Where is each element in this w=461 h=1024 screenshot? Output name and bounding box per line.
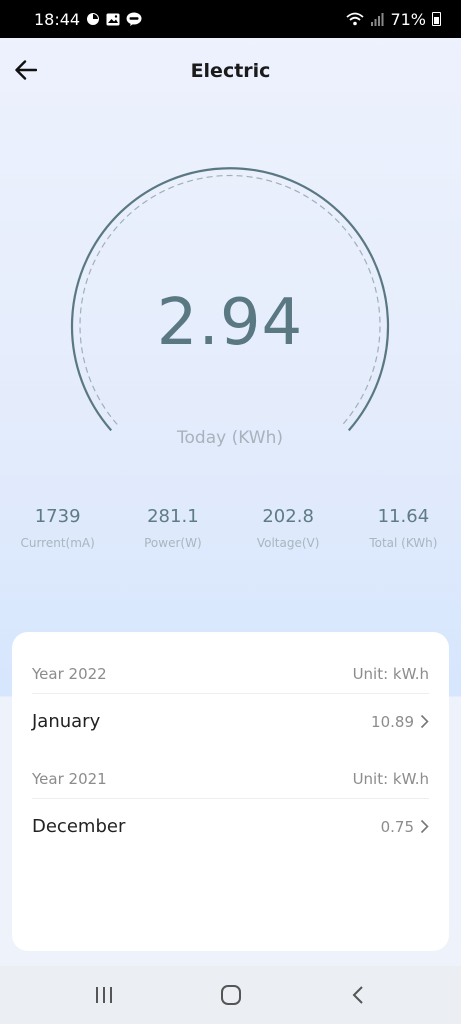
month-value: 10.89 [371, 712, 414, 731]
stat-value: 1739 [34, 506, 81, 527]
month-right: 10.89 [371, 713, 429, 731]
app-screen: 18:44 71% Electric 2.94 Today (KWh) 1739… [0, 0, 461, 1024]
status-bar: 18:44 71% [0, 0, 461, 38]
sync-icon [86, 12, 100, 26]
system-nav-bar [0, 966, 461, 1024]
recent-apps-button[interactable] [84, 975, 124, 1015]
stat-current: 1739 Current(mA) [0, 506, 115, 566]
home-icon [220, 985, 241, 1005]
stat-value: 202.8 [262, 506, 314, 527]
signal-icon [370, 12, 384, 26]
year-header: Year 2022 Unit: kW.h [32, 632, 429, 694]
stat-total: 11.64 Total (KWh) [346, 506, 461, 566]
stat-label: Power(W) [144, 536, 202, 550]
system-back-button[interactable] [338, 975, 378, 1015]
status-left: 18:44 [34, 10, 142, 29]
back-icon [352, 986, 363, 1004]
energy-gauge: 2.94 Today (KWh) [60, 160, 400, 460]
arrow-left-icon [15, 60, 37, 80]
line-chat-icon [126, 12, 142, 26]
home-button[interactable] [211, 975, 251, 1015]
stat-voltage: 202.8 Voltage(V) [231, 506, 346, 566]
month-value: 0.75 [380, 817, 414, 836]
chevron-right-icon [420, 714, 429, 729]
today-energy-value: 2.94 [156, 286, 304, 360]
month-name: December [32, 816, 126, 837]
month-right: 0.75 [381, 818, 429, 836]
chevron-right-icon [420, 819, 429, 834]
wifi-icon [346, 12, 365, 26]
gallery-icon [106, 13, 120, 26]
recent-apps-icon [95, 987, 112, 1003]
status-time: 18:44 [34, 9, 81, 29]
status-right: 71% [346, 10, 441, 29]
unit-label: Unit: kW.h [352, 770, 429, 788]
unit-label: Unit: kW.h [352, 665, 429, 683]
month-row-january[interactable]: January 10.89 [32, 704, 429, 739]
history-card: Year 2022 Unit: kW.h January 10.89 Year … [12, 632, 449, 951]
stats-row: 1739 Current(mA) 281.1 Power(W) 202.8 Vo… [0, 506, 461, 566]
stat-label: Total (KWh) [369, 536, 438, 550]
stat-label: Current(mA) [20, 536, 95, 550]
year-header: Year 2021 Unit: kW.h [32, 739, 429, 799]
battery-icon [432, 12, 441, 26]
page-title: Electric [190, 60, 271, 82]
stat-value: 281.1 [147, 506, 199, 527]
stat-power: 281.1 Power(W) [115, 506, 230, 566]
month-name: January [32, 711, 101, 732]
stat-value: 11.64 [377, 506, 430, 527]
year-label: Year 2022 [32, 665, 107, 683]
battery-percent: 71% [390, 9, 426, 29]
back-button[interactable] [12, 56, 40, 84]
month-row-december[interactable]: December 0.75 [32, 809, 429, 844]
year-label: Year 2021 [32, 770, 107, 788]
stat-label: Voltage(V) [256, 536, 320, 550]
today-energy-label: Today (KWh) [177, 428, 283, 448]
header: Electric [0, 38, 461, 104]
